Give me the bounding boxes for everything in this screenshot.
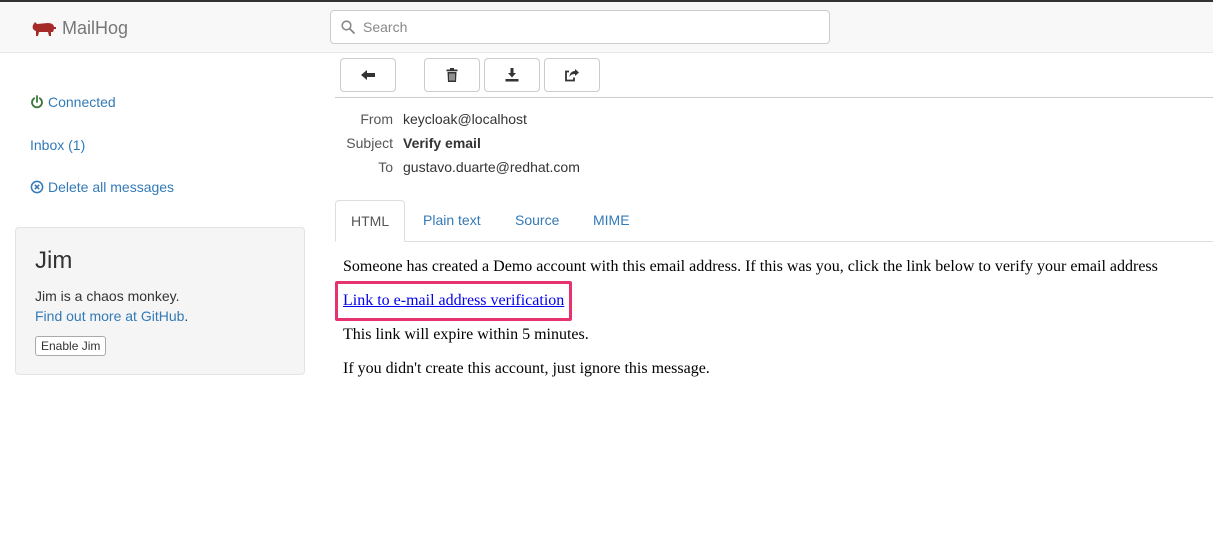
jim-panel: Jim Jim is a chaos monkey. Find out more… — [15, 227, 305, 375]
from-label: From — [360, 111, 393, 127]
jim-link-suffix: . — [184, 308, 189, 324]
download-icon — [505, 68, 519, 82]
brand-name: MailHog — [62, 17, 129, 38]
navbar: MailHog — [0, 0, 1213, 53]
to-value: gustavo.duarte@redhat.com — [403, 159, 580, 175]
subject-value: Verify email — [403, 135, 481, 151]
remove-circle-icon — [30, 180, 44, 194]
back-button[interactable] — [340, 58, 396, 92]
tab-html[interactable]: HTML — [335, 200, 406, 242]
search-box[interactable] — [330, 10, 830, 44]
delete-all-messages-link[interactable]: Delete all messages — [30, 179, 174, 195]
pig-logo-icon — [32, 22, 56, 36]
tab-plain-text[interactable]: Plain text — [408, 200, 496, 242]
subject-row: Subject Verify email — [335, 135, 1213, 155]
release-button[interactable] — [544, 58, 600, 92]
sidebar-item-inbox[interactable]: Inbox (1) — [30, 137, 85, 153]
delete-all-label: Delete all messages — [48, 179, 175, 195]
connection-status[interactable]: Connected — [30, 94, 116, 110]
toolbar-divider — [335, 97, 1213, 98]
search-input[interactable] — [363, 19, 803, 35]
body-line-1: Someone has created a Demo account with … — [343, 258, 1158, 275]
tab-source[interactable]: Source — [500, 200, 574, 242]
to-row: To gustavo.duarte@redhat.com — [335, 159, 1213, 179]
brand-link[interactable]: MailHog — [30, 16, 128, 40]
download-button[interactable] — [484, 58, 540, 92]
to-label: To — [378, 159, 393, 175]
highlight-box — [335, 281, 572, 321]
jim-github-link[interactable]: Find out more at GitHub — [35, 308, 184, 324]
body-line-4: If you didn't create this account, just … — [343, 360, 710, 377]
arrow-left-icon — [361, 70, 375, 80]
from-row: From keycloak@localhost — [335, 111, 1213, 131]
search-icon — [341, 20, 355, 34]
subject-label: Subject — [346, 135, 393, 151]
jim-description: Jim is a chaos monkey. — [35, 288, 180, 304]
from-value: keycloak@localhost — [403, 111, 527, 127]
message-tabs: HTML Plain text Source MIME — [335, 200, 1213, 242]
body-line-3: This link will expire within 5 minutes. — [343, 326, 589, 343]
delete-button[interactable] — [424, 58, 480, 92]
jim-title: Jim — [35, 247, 73, 274]
tab-mime[interactable]: MIME — [578, 200, 645, 242]
trash-icon — [446, 68, 458, 82]
share-icon — [565, 69, 579, 82]
connected-label: Connected — [48, 94, 116, 110]
power-icon — [31, 95, 43, 109]
enable-jim-button[interactable]: Enable Jim — [35, 336, 107, 356]
